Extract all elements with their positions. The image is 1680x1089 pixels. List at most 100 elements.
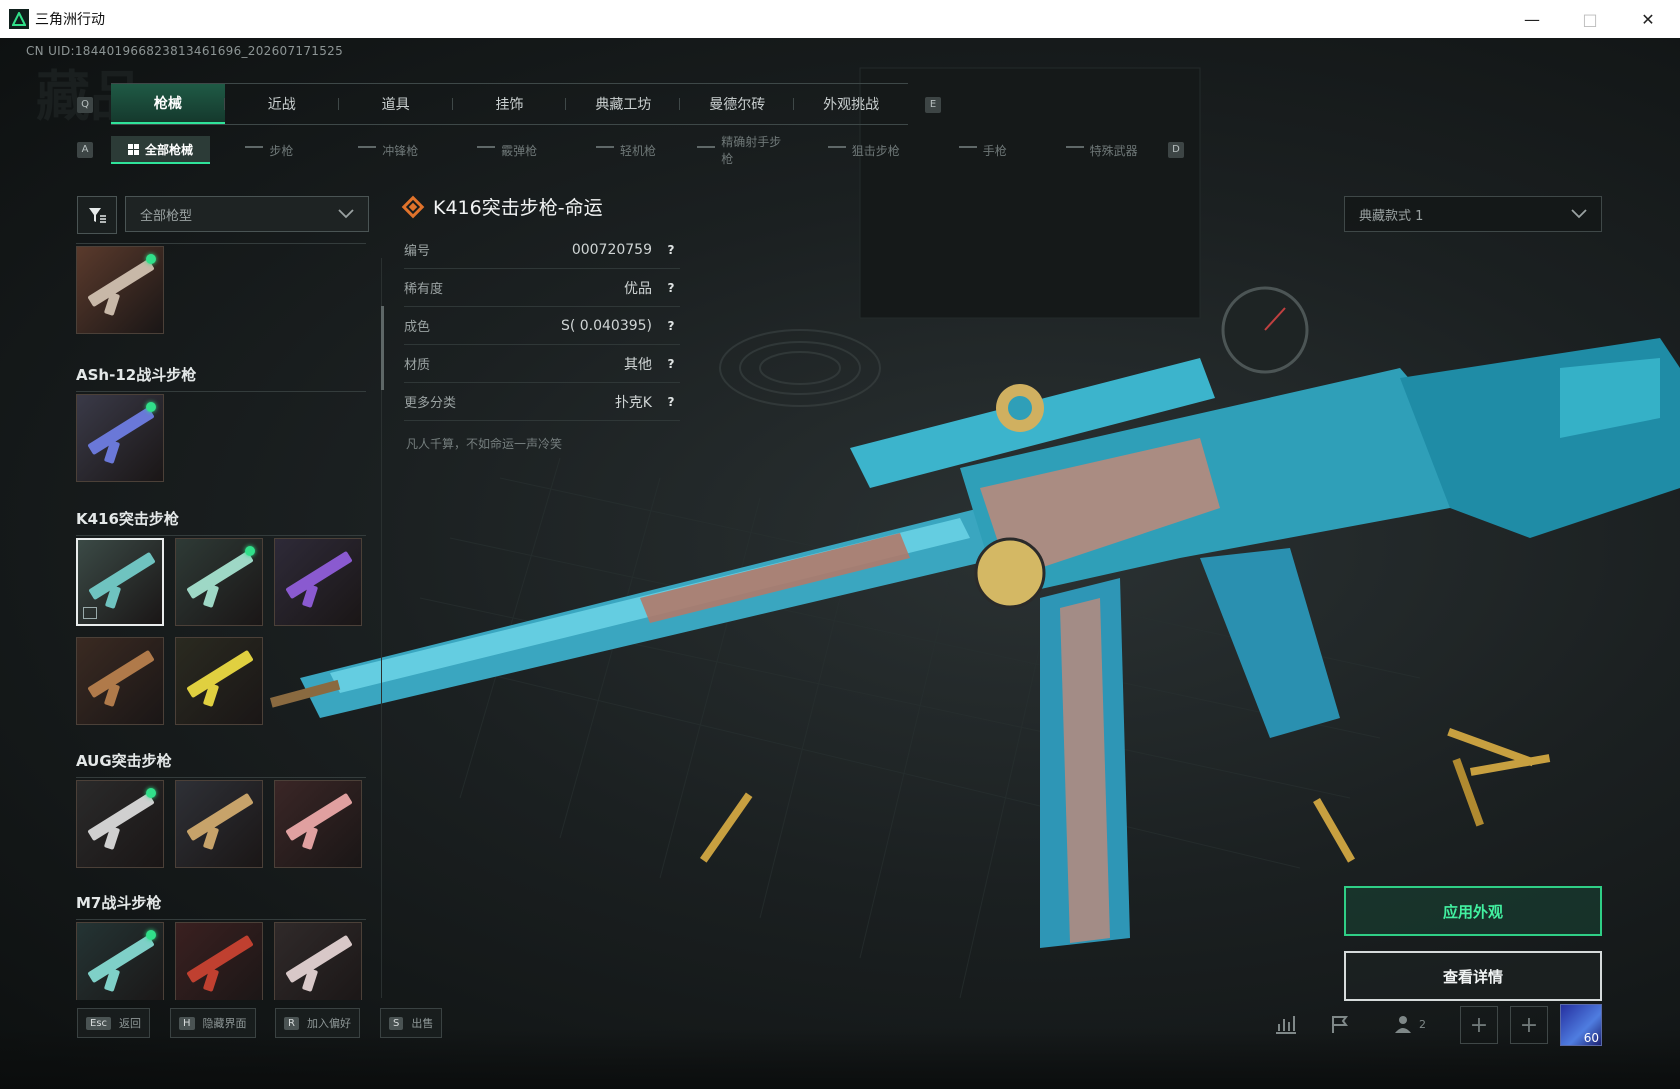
skin-preview	[87, 258, 155, 308]
apply-skin-button[interactable]: 应用外观	[1344, 886, 1602, 936]
hotkey-favorite[interactable]: R 加入偏好	[275, 1008, 360, 1038]
main-tabs: 枪械 近战 道具 挂饰 典藏工坊 曼德尔砖 外观挑战	[111, 83, 908, 125]
skin-thumbnail[interactable]	[76, 246, 164, 334]
subtab-special[interactable]: 特殊武器	[1042, 136, 1161, 164]
group-title: ASh-12战斗步枪	[76, 364, 366, 392]
subtab-rifle[interactable]: 步枪	[210, 136, 329, 164]
skin-thumbnail[interactable]	[274, 922, 362, 1000]
subtab-left-key[interactable]: A	[77, 142, 93, 158]
team-button[interactable]: 2	[1390, 1010, 1430, 1038]
skin-preview	[186, 792, 254, 842]
help-icon[interactable]: ?	[662, 317, 680, 335]
subtab-lmg[interactable]: 轻机枪	[567, 136, 686, 164]
info-row-wear: 成色 S( 0.040395)?	[404, 307, 680, 345]
subtab-right-key[interactable]: D	[1168, 142, 1184, 158]
skin-thumbnail[interactable]	[175, 538, 263, 626]
plus-icon: +	[1469, 1012, 1489, 1038]
subtab-all-guns[interactable]: 全部枪械	[111, 136, 210, 164]
scrollbar-thumb[interactable]	[381, 306, 384, 390]
avatar[interactable]: 60	[1560, 1004, 1602, 1046]
skin-preview	[186, 550, 254, 600]
tab-cosmetic-challenge[interactable]: 外观挑战	[794, 84, 908, 124]
chevron-down-icon	[338, 209, 354, 219]
maximize-icon[interactable]: □	[1561, 0, 1619, 38]
help-icon[interactable]: ?	[662, 241, 680, 259]
player-level: 60	[1583, 1031, 1599, 1045]
style-select-value: 典藏款式 1	[1359, 208, 1424, 224]
gun-type-select[interactable]: 全部枪型	[125, 196, 369, 232]
skin-preview	[88, 551, 156, 601]
hotkey-sell[interactable]: S 出售	[380, 1008, 443, 1038]
grid-icon	[127, 143, 139, 155]
game-viewport: 藏品 CN UID:18440196682381346169​6_2026071…	[0, 38, 1680, 1089]
tab-items[interactable]: 道具	[339, 84, 453, 124]
pistol-icon	[958, 146, 977, 154]
hotkey-back[interactable]: Esc 返回	[77, 1008, 151, 1038]
subtab-sniper[interactable]: 狙击步枪	[804, 136, 923, 164]
view-details-button[interactable]: 查看详情	[1344, 951, 1602, 1001]
skin-thumbnail[interactable]	[175, 922, 263, 1000]
tab-right-key[interactable]: E	[925, 97, 941, 113]
owned-indicator-icon	[146, 930, 156, 940]
hotkey-hide-ui[interactable]: H 隐藏界面	[170, 1008, 256, 1038]
subtab-shotgun[interactable]: 霰弹枪	[448, 136, 567, 164]
group-title: M7战斗步枪	[76, 892, 366, 920]
group-title: K416突击步枪	[76, 508, 366, 536]
sniper-icon	[827, 146, 846, 154]
tab-guns[interactable]: 枪械	[111, 84, 225, 124]
item-info-table: 编号 000720759? 稀有度 优品? 成色 S( 0.040395)? 材质 其他…	[404, 231, 680, 421]
flag-icon[interactable]	[1326, 1010, 1354, 1038]
skin-preview	[87, 792, 155, 842]
skin-preview	[285, 550, 353, 600]
filter-button[interactable]	[77, 196, 117, 234]
skin-thumbnail[interactable]	[76, 922, 164, 1000]
rifle-icon	[245, 146, 264, 154]
tab-mandel-brick[interactable]: 曼德尔砖	[680, 84, 795, 124]
smg-icon	[358, 146, 377, 154]
help-icon[interactable]: ?	[662, 355, 680, 373]
skin-thumbnail[interactable]	[175, 637, 263, 725]
skin-thumbnail[interactable]	[76, 394, 164, 482]
filter-icon	[89, 208, 106, 223]
tab-workshop[interactable]: 典藏工坊	[566, 84, 681, 124]
tab-melee[interactable]: 近战	[225, 84, 339, 124]
item-name: K416突击步枪-命运	[433, 197, 603, 219]
info-row-material: 材质 其他?	[404, 345, 680, 383]
skin-thumbnail[interactable]	[175, 780, 263, 868]
invite-slot-2-button[interactable]: +	[1510, 1006, 1548, 1044]
subtab-pistol[interactable]: 手枪	[923, 136, 1042, 164]
group-title: AUG突击步枪	[76, 750, 366, 778]
skin-thumbnail[interactable]	[274, 538, 362, 626]
skin-preview	[87, 934, 155, 984]
skin-thumbnail[interactable]	[274, 780, 362, 868]
skin-list: AKS-74U突击步枪 ASh-12战斗步枪 K416突击步枪 AUG突击步枪 M7战斗…	[76, 234, 372, 1000]
minimize-icon[interactable]: —	[1503, 0, 1561, 38]
info-row-serial: 编号 000720759?	[404, 231, 680, 269]
tab-charms[interactable]: 挂饰	[453, 84, 567, 124]
skin-thumbnail[interactable]	[76, 780, 164, 868]
group-title: AKS-74U突击步枪	[76, 234, 366, 244]
dmr-icon	[697, 146, 716, 154]
tab-left-key[interactable]: Q	[77, 97, 93, 113]
invite-slot-1-button[interactable]: +	[1460, 1006, 1498, 1044]
help-icon[interactable]: ?	[662, 393, 680, 411]
item-title: K416突击步枪-命运	[401, 193, 603, 220]
info-row-rarity: 稀有度 优品?	[404, 269, 680, 307]
preview-frame-icon	[83, 607, 97, 619]
window-title: 三角洲行动	[35, 12, 105, 28]
style-select[interactable]: 典藏款式 1	[1344, 196, 1602, 232]
help-icon[interactable]: ?	[662, 279, 680, 297]
subtab-smg[interactable]: 冲锋枪	[329, 136, 448, 164]
gun-type-value: 全部枪型	[140, 208, 193, 224]
owned-indicator-icon	[146, 788, 156, 798]
skin-thumbnail[interactable]	[76, 538, 164, 626]
skin-preview	[186, 649, 254, 699]
skin-preview	[285, 792, 353, 842]
skin-thumbnail[interactable]	[76, 637, 164, 725]
window-titlebar: 三角洲行动 — □ ✕	[0, 0, 1680, 38]
subtab-dmr[interactable]: 精确射手步枪	[685, 135, 804, 166]
stats-icon[interactable]	[1272, 1010, 1300, 1038]
close-icon[interactable]: ✕	[1619, 0, 1677, 38]
sub-tabs: 全部枪械 步枪 冲锋枪 霰弹枪 轻机枪 精确射手步枪 狙击步枪 手枪 特殊武器	[111, 135, 1161, 166]
lmg-icon	[596, 146, 615, 154]
